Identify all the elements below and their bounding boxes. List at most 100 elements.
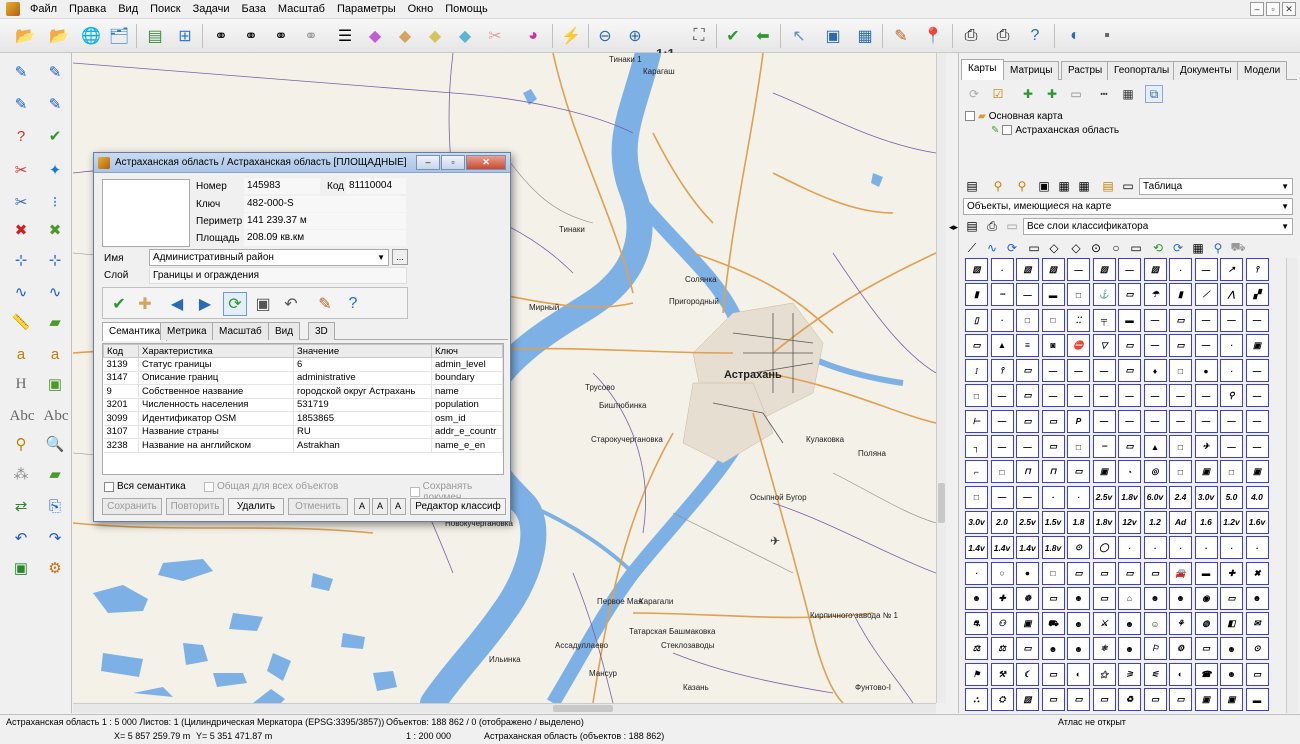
dialog-title-bar[interactable]: Астраханская область / Астраханская обла… xyxy=(94,153,510,173)
col-key[interactable]: Ключ xyxy=(431,344,503,358)
legend-icon[interactable]: ▤ xyxy=(1099,177,1117,195)
tab-geoportals[interactable]: Геопорталы xyxy=(1107,61,1177,80)
select-add-icon[interactable]: ◆ xyxy=(422,23,448,49)
restore-icon[interactable]: ▫ xyxy=(1266,2,1280,16)
symbol-cell[interactable]: 1.5v xyxy=(1041,510,1065,534)
symbol-cell[interactable]: ╤ xyxy=(1092,308,1116,332)
symbol-cell[interactable]: · xyxy=(1143,536,1167,560)
symbol-cell[interactable]: ⊓ xyxy=(1041,460,1065,484)
symbol-cell[interactable]: ▭ xyxy=(1169,308,1192,332)
symbol-cell[interactable]: ⌐ xyxy=(965,460,988,484)
symbol-cell[interactable]: ○ xyxy=(990,561,1014,585)
symbol-cell[interactable]: ⁚⁚ xyxy=(1067,308,1090,332)
cell-value[interactable]: 531719 xyxy=(293,398,432,412)
symbol-cell[interactable]: □ xyxy=(1041,561,1065,585)
text-tool-alt-icon[interactable]: a xyxy=(42,341,68,367)
save-button[interactable]: Сохранить xyxy=(102,498,162,515)
symbol-cell[interactable]: ▬ xyxy=(1194,561,1218,585)
route-icon[interactable]: 📍 xyxy=(920,23,946,49)
symbol-cell[interactable]: 12v xyxy=(1118,510,1141,534)
print-icon[interactable]: ⎙ xyxy=(958,23,984,49)
layers-stack-icon[interactable]: ▤ xyxy=(963,177,981,195)
symbol-cell[interactable]: — xyxy=(1220,409,1243,433)
fit-extent-icon[interactable]: ⛶ xyxy=(686,23,712,49)
symbol-cell[interactable]: 3.0v xyxy=(965,510,988,534)
symbol-cell[interactable]: — xyxy=(990,409,1014,433)
symbol-cell[interactable]: · xyxy=(1169,258,1192,281)
symbol-cell[interactable]: ⊢ xyxy=(965,409,988,433)
dialog-maximize-icon[interactable]: ▫ xyxy=(441,155,465,170)
symbol-cell[interactable]: ◔ xyxy=(1118,460,1141,484)
cell-value[interactable]: 6 xyxy=(293,357,432,372)
undo-icon[interactable]: ↶ xyxy=(8,525,34,551)
text-box-icon[interactable]: ▣ xyxy=(42,371,68,397)
symbol-cell[interactable]: — xyxy=(1041,359,1065,383)
symbol-cell[interactable]: ⚘ xyxy=(1169,612,1192,636)
symbol-cell[interactable]: ☻ xyxy=(1220,637,1243,661)
draw-check-icon[interactable]: ✔ xyxy=(42,123,68,149)
pick-all-icon[interactable]: ⚲ xyxy=(1013,177,1031,195)
symbol-cell[interactable]: — xyxy=(1169,409,1192,433)
common-all-checkbox[interactable]: Общая для всех объектов xyxy=(204,481,338,492)
globe-icon[interactable]: ◐ xyxy=(1062,23,1088,49)
symbol-cell[interactable]: — xyxy=(1143,308,1167,332)
tool-diamond-icon[interactable]: ◇ xyxy=(1045,239,1063,257)
symbol-cell[interactable]: ⛭ xyxy=(990,688,1014,712)
ruler-area-icon[interactable]: ▰ xyxy=(42,309,68,335)
add-layer-icon[interactable]: ⊞ xyxy=(172,23,198,49)
symbol-cell[interactable]: ⛟ xyxy=(1041,612,1065,636)
symbol-cell[interactable]: ◐ xyxy=(1169,662,1192,686)
symbol-cell[interactable]: ▲ xyxy=(1143,435,1167,459)
symbol-cell[interactable]: ☻ xyxy=(1067,637,1090,661)
symbol-cell[interactable]: — xyxy=(1245,384,1269,408)
symbol-cell[interactable]: — xyxy=(1143,333,1167,357)
symbol-cell[interactable]: 1.4v xyxy=(1016,536,1039,560)
symbol-cell[interactable]: ♦ xyxy=(1143,359,1167,383)
tab-metrics[interactable]: Метрика xyxy=(160,322,214,340)
symbol-cell[interactable]: ◯ xyxy=(1092,536,1116,560)
pick-icon[interactable]: ⚲ xyxy=(989,177,1007,195)
dialog-close-icon[interactable]: ✕ xyxy=(466,155,506,170)
symbol-cell[interactable]: 2.5v xyxy=(1092,485,1116,509)
menu-help[interactable]: Помощь xyxy=(439,0,494,19)
symbol-cell[interactable]: · xyxy=(990,308,1014,332)
symbol-cell[interactable]: ☻ xyxy=(1118,612,1141,636)
text-abc-icon[interactable]: Abc xyxy=(6,403,38,429)
symbol-cell[interactable]: — xyxy=(1092,384,1116,408)
settings-gear-icon[interactable]: ⚙ xyxy=(42,555,68,581)
dialog-minimize-icon[interactable]: – xyxy=(416,155,440,170)
view-mode-icon[interactable]: ▭ xyxy=(1119,177,1137,195)
symbol-cell[interactable]: 1.8v xyxy=(1092,510,1116,534)
symbol-cell[interactable]: · xyxy=(1220,333,1243,357)
scissors-icon[interactable]: ✂ xyxy=(8,189,34,215)
symbol-cell[interactable]: □ xyxy=(1067,283,1090,307)
pointer-icon[interactable]: ↖ xyxy=(786,23,812,49)
symbol-cell[interactable]: ☻ xyxy=(965,586,988,610)
cell-value[interactable]: Astrakhan xyxy=(293,438,432,453)
tab-models[interactable]: Модели xyxy=(1237,61,1288,80)
star-icon[interactable]: ✦ xyxy=(42,157,68,183)
symbol-cell[interactable]: □ xyxy=(1016,308,1039,332)
symbol-cell[interactable]: ● xyxy=(1016,561,1039,585)
rsc-icon[interactable]: ▭ xyxy=(1003,217,1021,235)
open-map-icon[interactable]: 📂 xyxy=(46,23,72,49)
dashed-line-icon[interactable]: ┅ xyxy=(1095,85,1113,103)
symbol-cell[interactable]: ⚟ xyxy=(1143,662,1167,686)
symbol-cell[interactable]: ☻ xyxy=(1118,637,1141,661)
symbol-cell[interactable]: · xyxy=(1169,536,1192,560)
symbol-cell[interactable]: □ xyxy=(965,384,988,408)
all-semantics-checkbox[interactable]: Вся семантика xyxy=(104,481,186,492)
col-characteristic[interactable]: Характеристика xyxy=(138,344,294,358)
tool-point-icon[interactable]: ⊙ xyxy=(1087,239,1105,257)
symbol-cell[interactable]: ⊙ xyxy=(1245,637,1269,661)
objects-filter-select[interactable]: Объекты, имеющиеся на карте ▼ xyxy=(963,198,1293,215)
symbol-cell[interactable]: ≡ xyxy=(1016,333,1039,357)
symbol-cell[interactable]: P xyxy=(1067,409,1090,433)
symbol-cell[interactable]: — xyxy=(1194,308,1218,332)
symbol-cell[interactable]: ▯ xyxy=(965,308,988,332)
delete-area-icon[interactable]: ✖ xyxy=(42,217,68,243)
back-arrow-icon[interactable]: ⬅ xyxy=(750,23,776,49)
split-icon[interactable]: ⁝ xyxy=(42,189,68,215)
symbol-cell[interactable]: — xyxy=(1092,409,1116,433)
tool-keyboard-icon[interactable]: ▦ xyxy=(1189,239,1207,257)
